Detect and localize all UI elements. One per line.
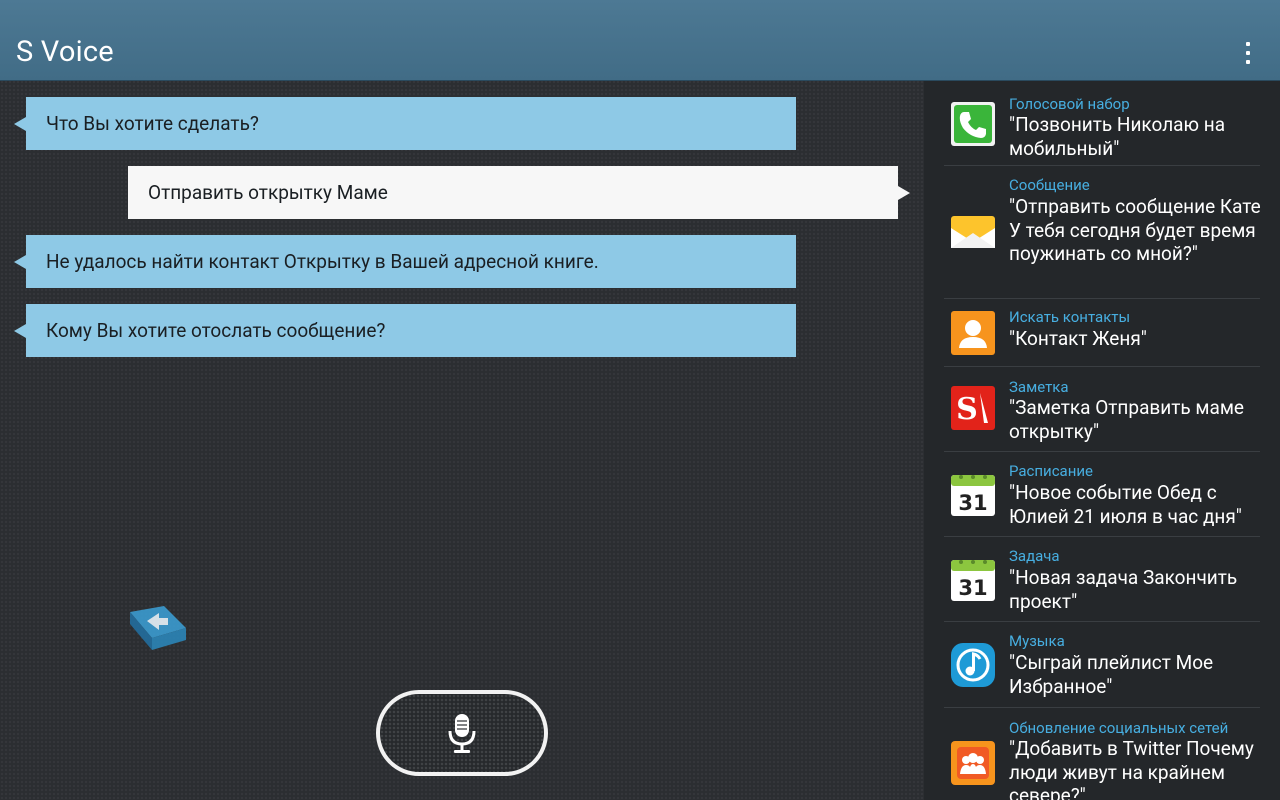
hint-social-update[interactable]: Обновление социальных сетей "Добавить в … (944, 709, 1260, 800)
hint-category: Задача (1009, 547, 1060, 565)
hint-example: "Сыграй плейлист Мое Избранное" (1009, 651, 1214, 698)
hint-music[interactable]: Музыка "Сыграй плейлист Мое Избранное" (944, 623, 1260, 708)
hint-example: "Заметка Отправить маме открытку" (1009, 396, 1244, 443)
hint-category: Расписание (1009, 462, 1093, 480)
calendar-day: 31 (958, 576, 987, 600)
hint-category: Музыка (1009, 632, 1065, 650)
hint-example: "Новое событие Обед с Юлией 21 июля в ча… (1009, 481, 1242, 528)
social-icon (951, 741, 995, 785)
assistant-message: Не удалось найти контакт Открытку в Ваше… (14, 235, 796, 288)
hint-example: "Контакт Женя" (1009, 327, 1147, 350)
hint-example: "Отправить сообщение Кате У тебя сегодня… (1009, 195, 1261, 265)
phone-icon (951, 102, 995, 146)
overflow-menu-icon[interactable] (1236, 40, 1260, 68)
music-icon (951, 643, 995, 687)
hint-category: Искать контакты (1009, 308, 1131, 326)
task-calendar-icon: 31 (951, 560, 995, 601)
hint-category: Сообщение (1009, 176, 1090, 194)
hint-memo[interactable]: S Заметка "Заметка Отправить маме открыт… (944, 368, 1260, 452)
microphone-icon (448, 714, 476, 753)
hint-voice-dial[interactable]: Голосовой набор "Позвонить Николаю на мо… (944, 85, 1260, 166)
hint-example: "Позвонить Николаю на мобильный" (1009, 113, 1226, 160)
hint-example: "Добавить в Twitter Почему люди живут на… (1009, 737, 1254, 800)
hint-category: Голосовой набор (1009, 95, 1130, 113)
user-message: Отправить открытку Маме (128, 166, 910, 219)
watermark-logo (130, 606, 186, 650)
hint-category: Заметка (1009, 378, 1069, 396)
calendar-day: 31 (958, 491, 987, 515)
microphone-button[interactable] (376, 690, 548, 776)
svg-text:S: S (956, 392, 978, 427)
app-bar: S Voice (0, 0, 1280, 81)
memo-icon: S (951, 386, 995, 430)
envelope-icon (951, 216, 995, 248)
hints-panel: Голосовой набор "Позвонить Николаю на мо… (924, 81, 1280, 800)
contact-icon (951, 311, 995, 355)
hint-schedule[interactable]: 31 Расписание "Новое событие Обед с Юлие… (944, 453, 1260, 537)
calendar-icon: 31 (951, 475, 995, 516)
hint-search-contacts[interactable]: Искать контакты "Контакт Женя" (944, 300, 1260, 367)
hint-example: "Новая задача Закончить проект" (1009, 566, 1238, 613)
assistant-message: Что Вы хотите сделать? (14, 97, 796, 150)
hint-task[interactable]: 31 Задача "Новая задача Закончить проект… (944, 538, 1260, 622)
hint-message[interactable]: Сообщение "Отправить сообщение Кате У те… (944, 167, 1261, 299)
hint-category: Обновление социальных сетей (1009, 719, 1229, 737)
app-title: S Voice (16, 35, 114, 69)
assistant-message: Кому Вы хотите отослать сообщение? (14, 304, 796, 357)
